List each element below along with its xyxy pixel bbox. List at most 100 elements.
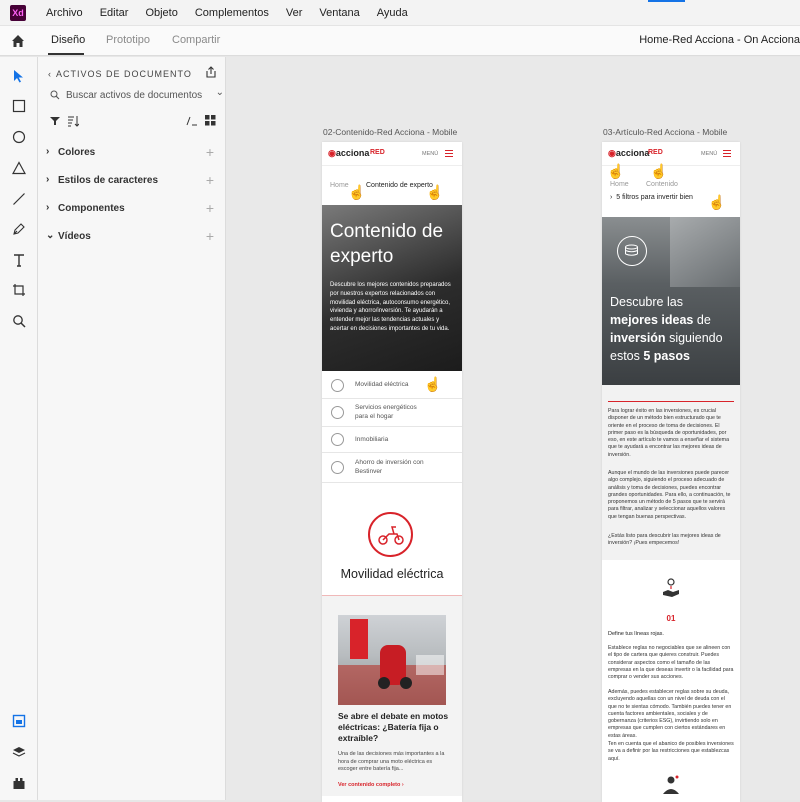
chevron-right-icon: › [46,174,50,185]
breadcrumb-mid[interactable]: Contenido [646,181,678,188]
energy-icon [331,406,344,419]
hand-coin-icon [663,578,679,597]
artboard-tool-icon[interactable] [10,281,28,299]
breadcrumb-home[interactable]: Home [330,182,349,189]
person-icon [663,775,679,794]
hero-title: Contenido de experto [330,221,444,267]
category-item[interactable]: Movilidad eléctrica ☝ [322,373,462,399]
hotspot-hand-icon: ☝ [348,184,366,200]
text-tool-icon[interactable] [10,251,28,269]
hamburger-icon[interactable] [445,150,453,157]
site-header: ◉acciona RED MENÚ [322,142,462,166]
coins-icon [617,236,647,266]
asset-search-input[interactable]: Buscar activos de documentos ⌄ [50,87,224,104]
acciona-logo: ◉acciona [328,148,370,158]
section-estilos-caracteres[interactable]: › Estilos de caracteres + [46,172,214,190]
red-logo-text: RED [648,149,663,156]
export-icon[interactable] [205,66,217,78]
search-placeholder: Buscar activos de documentos [66,90,203,101]
step-number: 01 [666,614,676,623]
add-icon[interactable]: + [206,144,214,160]
card-link[interactable]: Ver contenido completo › [338,782,404,788]
select-tool-icon[interactable] [10,67,28,85]
ellipse-tool-icon[interactable] [10,128,28,146]
plugins-icon[interactable] [10,774,28,792]
design-canvas[interactable]: 02-Contenido-Red Acciona - Mobile ◉accio… [226,57,800,802]
assets-panel-icon[interactable] [10,712,28,730]
artboard-contenido[interactable]: ◉acciona RED MENÚ Home Contenido de expe… [322,142,462,802]
hero-banner: Contenido de experto Descubre los mejore… [322,205,462,371]
menu-objeto[interactable]: Objeto [145,7,177,19]
tab-prototipo[interactable]: Prototipo [106,34,150,46]
menu-label[interactable]: MENÚ [701,151,717,157]
add-icon[interactable]: + [206,172,214,188]
pen-tool-icon[interactable] [10,220,28,238]
category-item[interactable]: Inmobiliaria [322,427,462,453]
chevron-right-icon: › [46,146,50,157]
section-label: Vídeos [58,231,91,242]
artboard-articulo[interactable]: ◉acciona RED MENÚ Home Contenido › 5 fil… [602,142,740,802]
section-videos[interactable]: ⌄ Vídeos + [46,228,214,246]
tab-diseno[interactable]: Diseño [51,34,85,46]
chevron-down-icon[interactable]: ⌄ [216,87,224,98]
xd-logo-icon: Xd [10,4,26,21]
section-label: Estilos de caracteres [58,175,159,186]
divider [608,401,734,402]
savings-icon [331,461,344,474]
article-paragraph: ¿Estás listo para descubrir las mejores … [608,533,721,547]
tool-bar [0,57,38,800]
hero-description: Descubre los mejores contenidos preparad… [330,282,451,332]
line-tool-icon[interactable] [10,190,28,208]
chevron-right-icon: › [46,202,50,213]
home-icon[interactable] [10,33,26,49]
section-colores[interactable]: › Colores + [46,144,214,162]
zoom-tool-icon[interactable] [10,312,28,330]
article-paragraph: Establece reglas no negociables que se a… [608,645,734,681]
hotspot-hand-icon: ☝ [708,194,726,210]
assets-panel-header: ‹ ACTIVOS DE DOCUMENTO [48,69,192,79]
menu-ventana[interactable]: Ventana [319,7,359,19]
rectangle-tool-icon[interactable] [10,97,28,115]
hotspot-hand-icon: ☝ [426,184,444,200]
list-view-icon[interactable] [186,115,198,127]
grid-view-icon[interactable] [205,115,216,126]
menu-complementos[interactable]: Complementos [195,7,269,19]
tab-compartir[interactable]: Compartir [172,34,220,46]
chevron-left-icon[interactable]: ‹ [48,69,52,79]
menu-editar[interactable]: Editar [100,7,129,19]
mode-bar: Diseño Prototipo Compartir Home-Red Acci… [0,26,800,56]
menu-label[interactable]: MENÚ [422,151,438,157]
card-title[interactable]: Se abre el debate en motos eléctricas: ¿… [338,711,450,744]
polygon-tool-icon[interactable] [10,159,28,177]
hotspot-hand-icon: ☝ [607,163,625,179]
hero-title: Descubre las mejores ideas de inversión … [610,295,723,363]
breadcrumb-home[interactable]: Home [610,181,629,188]
filter-icon[interactable] [50,116,60,126]
add-icon[interactable]: + [206,200,214,216]
section-label: Componentes [58,203,125,214]
step-title: Define tus líneas rojas. [608,631,664,637]
menu-ayuda[interactable]: Ayuda [377,7,408,19]
section-componentes[interactable]: › Componentes + [46,200,214,218]
menu-archivo[interactable]: Archivo [46,7,83,19]
search-icon [50,90,60,100]
category-item[interactable]: Ahorro de inversión con Bestinver [322,453,462,483]
chevron-down-icon: ⌄ [46,230,55,241]
category-item[interactable]: Servicios energéticos para el hogar [322,399,462,427]
filter-row [50,114,218,130]
add-icon[interactable]: + [206,228,214,244]
acciona-logo: ◉acciona [608,148,650,158]
artboard-label[interactable]: 03-Artículo-Red Acciona - Mobile [603,127,727,137]
hero-banner: Descubre las mejores ideas de inversión … [602,217,740,385]
sort-icon[interactable] [67,115,79,127]
artboard-label[interactable]: 02-Contenido-Red Acciona - Mobile [323,127,457,137]
category-label: Ahorro de inversión con Bestinver [355,459,424,475]
layers-icon[interactable] [10,743,28,761]
selection-indicator [648,0,685,2]
hamburger-icon[interactable] [723,150,731,157]
section-label: Colores [58,147,96,158]
menu-ver[interactable]: Ver [286,7,303,19]
section-title: Movilidad eléctrica [340,567,444,581]
article-paragraph: Además, puedes establecer reglas sobre s… [608,689,732,739]
category-label: Inmobiliaria [355,436,389,443]
